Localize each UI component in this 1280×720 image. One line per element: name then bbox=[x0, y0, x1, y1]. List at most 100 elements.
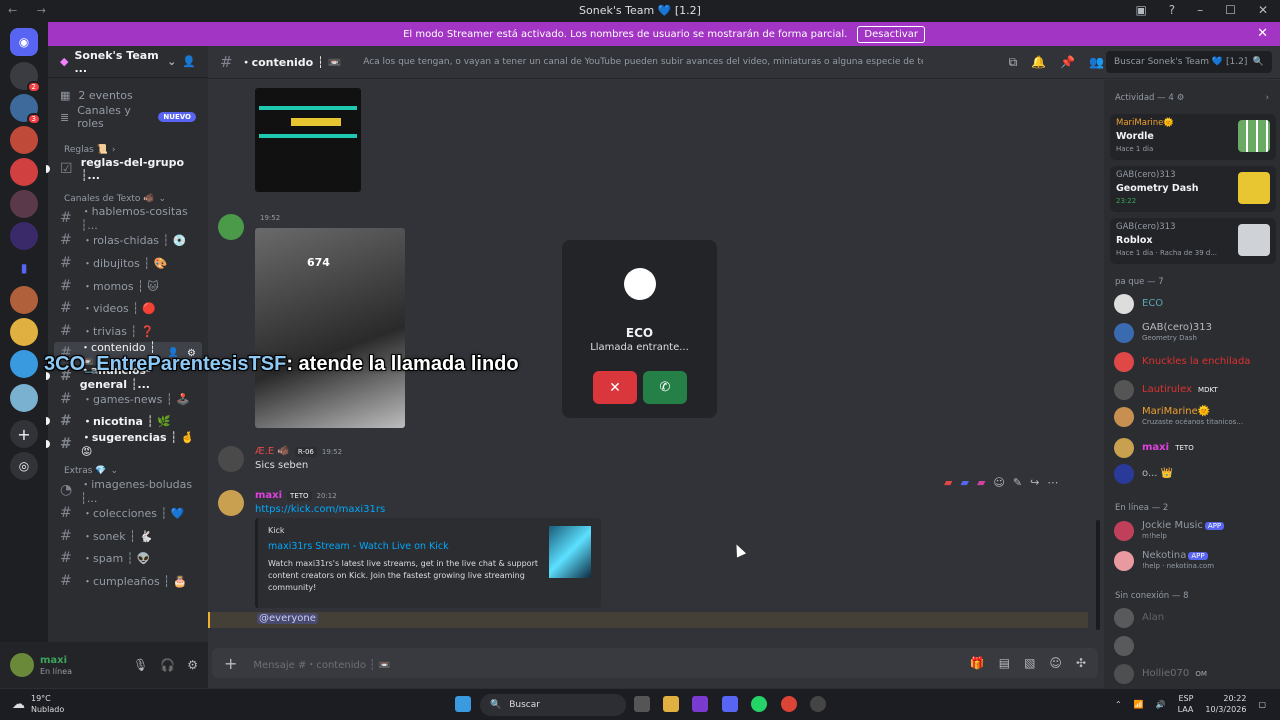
server-icon-9[interactable] bbox=[10, 350, 38, 378]
member-item[interactable]: MariMarine🌞 Cruzaste océanos titanicos... bbox=[1114, 406, 1274, 427]
members-icon[interactable]: 👥 bbox=[1089, 55, 1104, 70]
activity-card[interactable]: GAB(cero)313 Roblox Hace 1 día · Racha d… bbox=[1110, 218, 1276, 264]
channel-games-news[interactable]: # ・games-news ┆ 🕹️ bbox=[48, 387, 208, 410]
server-icon-6[interactable] bbox=[10, 222, 38, 250]
reaction-icon[interactable]: ▰ bbox=[944, 476, 952, 489]
channel-sugerencias[interactable]: # ・sugerencias ┆ 🤞😡 bbox=[46, 431, 208, 458]
notification-icon[interactable]: ▢ bbox=[1258, 700, 1266, 709]
gear-icon[interactable]: ⚙ bbox=[1177, 93, 1185, 103]
add-member-icon[interactable]: 👤 bbox=[182, 55, 196, 68]
chevron-right-icon[interactable]: › bbox=[1266, 93, 1269, 103]
sticker-icon[interactable]: ▧ bbox=[1024, 656, 1035, 670]
headphones-icon[interactable]: 🎧 bbox=[160, 658, 175, 672]
activity-card[interactable]: MariMarine🌞 Wordle Hace 1 día bbox=[1110, 114, 1276, 160]
channel-colecciones[interactable]: # ・colecciones ┆ 💙 bbox=[48, 502, 208, 525]
member-item[interactable]: GAB(cero)313 Geometry Dash bbox=[1114, 322, 1274, 343]
server-icon-10[interactable] bbox=[10, 384, 38, 412]
embed-thumbnail[interactable] bbox=[549, 526, 591, 578]
close-icon[interactable]: ✕ bbox=[1257, 26, 1268, 41]
clock[interactable]: 20:22 10/3/2026 bbox=[1205, 693, 1246, 715]
channel-imagenes[interactable]: ◔ ・imagenes-boludas ┆... bbox=[48, 478, 208, 505]
app-icon[interactable] bbox=[692, 696, 708, 712]
member-item[interactable]: Jockie Music APP m!help bbox=[1114, 520, 1274, 541]
server-icon-5[interactable] bbox=[10, 190, 38, 218]
emoji-icon[interactable]: ☺ bbox=[993, 476, 1004, 489]
microphone-icon[interactable]: 🎙 bbox=[133, 658, 148, 672]
member-item[interactable]: Lautirulex MDKT bbox=[1114, 380, 1274, 400]
network-icon[interactable]: 📶 bbox=[1134, 700, 1144, 709]
channel-spam[interactable]: # ・spam ┆ 👽 bbox=[48, 547, 208, 570]
member-item[interactable]: Alan bbox=[1114, 608, 1274, 628]
channel-rolas[interactable]: # ・rolas-chidas ┆ 💿 bbox=[48, 229, 208, 252]
language-indicator[interactable]: ESP LAA bbox=[1178, 693, 1194, 715]
folder-icon[interactable]: ▮ bbox=[10, 254, 38, 282]
decline-call-button[interactable]: ✕ bbox=[593, 371, 637, 404]
member-item[interactable]: Hollie070 OM bbox=[1114, 664, 1274, 684]
channel-topic[interactable]: Aca los que tengan, o vayan a tener un c… bbox=[363, 57, 923, 67]
file-explorer-icon[interactable] bbox=[663, 696, 679, 712]
emoji-icon[interactable]: ☺ bbox=[1049, 656, 1062, 670]
server-icon-3[interactable] bbox=[10, 126, 38, 154]
search-input[interactable]: Buscar Sonek's Team 💙 [1.2] 🔍 bbox=[1106, 51, 1272, 73]
sidebar-item-channels-roles[interactable]: ≣ Canales y roles NUEVO bbox=[48, 104, 208, 130]
message-composer[interactable]: + Mensaje #・contenido ┆ 📼 🎁 ▤ ▧ ☺ ✣ bbox=[212, 648, 1098, 678]
bell-icon[interactable]: 🔔 bbox=[1031, 55, 1046, 70]
threads-icon[interactable]: ⧉ bbox=[1009, 55, 1018, 70]
server-header[interactable]: ◆ Sonek's Team ... ⌄ 👤 bbox=[48, 46, 208, 78]
accept-call-button[interactable]: ✆ bbox=[643, 371, 687, 404]
edit-icon[interactable]: ✎ bbox=[1013, 476, 1022, 489]
avatar[interactable] bbox=[218, 446, 244, 472]
reaction-icon[interactable]: ▰ bbox=[960, 476, 968, 489]
scrollbar[interactable] bbox=[1096, 520, 1100, 630]
deactivate-button[interactable]: Desactivar bbox=[857, 25, 925, 43]
whatsapp-icon[interactable] bbox=[751, 696, 767, 712]
avatar[interactable] bbox=[10, 653, 34, 677]
server-icon-4[interactable] bbox=[10, 158, 38, 186]
forward-icon[interactable]: ↪ bbox=[1030, 476, 1039, 489]
add-server-icon[interactable]: + bbox=[10, 420, 38, 448]
message-author[interactable]: Æ.E 🐗 bbox=[255, 446, 290, 457]
server-icon-1[interactable]: 2 bbox=[10, 62, 41, 93]
sidebar-item-events[interactable]: ▦ 2 eventos bbox=[48, 84, 208, 106]
discord-home-icon[interactable]: ◉ bbox=[10, 28, 38, 56]
help-icon[interactable]: ? bbox=[1169, 3, 1175, 17]
channel-reglas[interactable]: ☑ reglas-del-grupo ┆... bbox=[46, 156, 208, 182]
channel-hablemos[interactable]: # ・hablemos-cositas ┆... bbox=[48, 205, 208, 232]
server-icon-7[interactable] bbox=[10, 286, 38, 314]
discover-icon[interactable]: ◎ bbox=[10, 452, 38, 480]
add-attachment-icon[interactable]: + bbox=[224, 654, 237, 673]
message-link[interactable]: https://kick.com/maxi31rs bbox=[255, 504, 385, 515]
gear-icon[interactable]: ⚙ bbox=[187, 658, 198, 672]
inbox-icon[interactable]: ▣ bbox=[1135, 3, 1146, 17]
task-view-icon[interactable] bbox=[634, 696, 650, 712]
chevron-up-icon[interactable]: ⌃ bbox=[1115, 700, 1122, 709]
channel-videos[interactable]: # ・videos ┆ 🔴 bbox=[48, 297, 208, 320]
member-item[interactable]: Nekotina APP !help · nekotina.com bbox=[1114, 550, 1274, 571]
member-item[interactable]: ECO bbox=[1114, 294, 1274, 314]
message-author[interactable]: maxi bbox=[255, 490, 282, 501]
avatar[interactable] bbox=[218, 490, 244, 516]
server-icon-8[interactable] bbox=[10, 318, 38, 346]
volume-icon[interactable]: 🔊 bbox=[1156, 700, 1166, 709]
message-image[interactable]: 674 bbox=[255, 228, 405, 428]
gif-icon[interactable]: ▤ bbox=[999, 656, 1010, 670]
member-item[interactable]: o... 👑 bbox=[1114, 464, 1274, 484]
taskbar-search[interactable]: 🔍 Buscar bbox=[480, 694, 626, 716]
discord-taskbar-icon[interactable] bbox=[722, 696, 738, 712]
server-icon-2[interactable]: 3 bbox=[10, 94, 41, 125]
embed-title[interactable]: maxi31rs Stream - Watch Live on Kick bbox=[268, 541, 591, 552]
maximize-button[interactable]: ☐ bbox=[1225, 3, 1236, 17]
weather-widget[interactable]: ☁ 19°C Nublado bbox=[12, 693, 64, 715]
activity-card[interactable]: GAB(cero)313 Geometry Dash 23:22 bbox=[1110, 166, 1276, 212]
start-icon[interactable] bbox=[455, 696, 471, 712]
member-item[interactable] bbox=[1114, 636, 1274, 656]
minimize-button[interactable]: – bbox=[1197, 3, 1203, 17]
more-icon[interactable]: ⋯ bbox=[1047, 476, 1058, 489]
app-icon-2[interactable] bbox=[810, 696, 826, 712]
channel-cumpleanos[interactable]: # ・cumpleaños ┆ 🎂 bbox=[48, 570, 208, 593]
chrome-icon[interactable] bbox=[781, 696, 797, 712]
avatar[interactable] bbox=[218, 214, 244, 240]
close-button[interactable]: ✕ bbox=[1258, 3, 1268, 17]
mention-everyone[interactable]: @everyone bbox=[257, 613, 318, 624]
member-item[interactable]: maxi TETO bbox=[1114, 438, 1274, 458]
